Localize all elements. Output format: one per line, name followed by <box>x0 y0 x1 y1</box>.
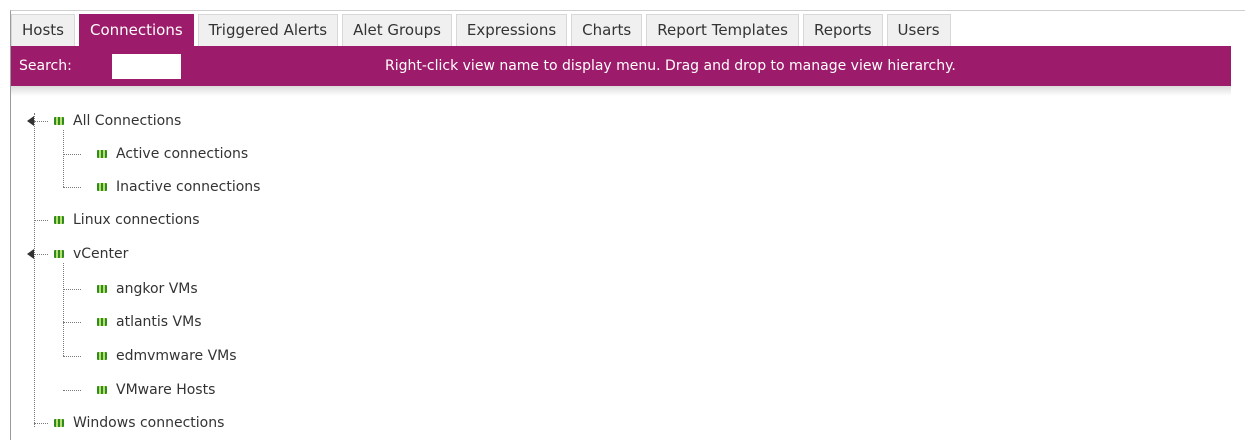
view-group-icon <box>97 318 107 326</box>
tree-connector <box>34 220 48 221</box>
view-group-icon <box>54 117 64 125</box>
view-group-icon <box>54 250 64 258</box>
tree-node-label: edmvmware VMs <box>116 348 237 364</box>
tree-branch-line <box>63 130 64 187</box>
tree-connector <box>63 356 81 357</box>
tree-node-angkor-vms[interactable]: angkor VMs <box>97 279 198 299</box>
tree-node-label: atlantis VMs <box>116 314 202 330</box>
tree-connector <box>63 322 81 323</box>
tree-node-label: vCenter <box>73 246 129 262</box>
tree-connector <box>63 390 81 391</box>
tree-node-windows-connections[interactable]: Windows connections <box>54 413 224 433</box>
tree-root-line <box>34 113 35 427</box>
view-group-icon <box>97 183 107 191</box>
tree-node-vcenter[interactable]: vCenter <box>54 244 128 264</box>
tree-connector <box>63 154 81 155</box>
collapse-vcenter-icon[interactable] <box>27 249 34 259</box>
view-group-icon <box>97 352 107 360</box>
tree-connector <box>63 289 81 290</box>
tree-connector <box>34 254 48 255</box>
view-group-icon <box>97 285 107 293</box>
connection-view-tree: All Connections Active connections Inact… <box>0 0 1254 442</box>
tree-node-label: Linux connections <box>73 212 200 228</box>
tree-connector <box>34 423 48 424</box>
view-group-icon <box>97 150 107 158</box>
tree-node-label: Active connections <box>116 146 249 162</box>
tree-branch-line <box>63 263 64 356</box>
tree-node-edmvmware-vms[interactable]: edmvmware VMs <box>97 346 237 366</box>
tree-node-active-connections[interactable]: Active connections <box>97 144 248 164</box>
tree-connector <box>63 187 81 188</box>
collapse-all-connections-icon[interactable] <box>27 116 34 126</box>
tree-node-label: Inactive connections <box>116 179 261 195</box>
tree-node-label: VMware Hosts <box>116 382 216 398</box>
view-group-icon <box>54 216 64 224</box>
tree-node-label: Windows connections <box>73 415 225 431</box>
view-group-icon <box>97 386 107 394</box>
tree-node-linux-connections[interactable]: Linux connections <box>54 210 200 230</box>
tree-node-label: All Connections <box>73 113 182 129</box>
tree-connector <box>34 121 48 122</box>
tree-node-inactive-connections[interactable]: Inactive connections <box>97 177 260 197</box>
view-group-icon <box>54 419 64 427</box>
tree-node-vmware-hosts[interactable]: VMware Hosts <box>97 380 215 400</box>
tree-node-all-connections[interactable]: All Connections <box>54 111 181 131</box>
tree-node-label: angkor VMs <box>116 281 198 297</box>
tree-node-atlantis-vms[interactable]: atlantis VMs <box>97 312 201 332</box>
